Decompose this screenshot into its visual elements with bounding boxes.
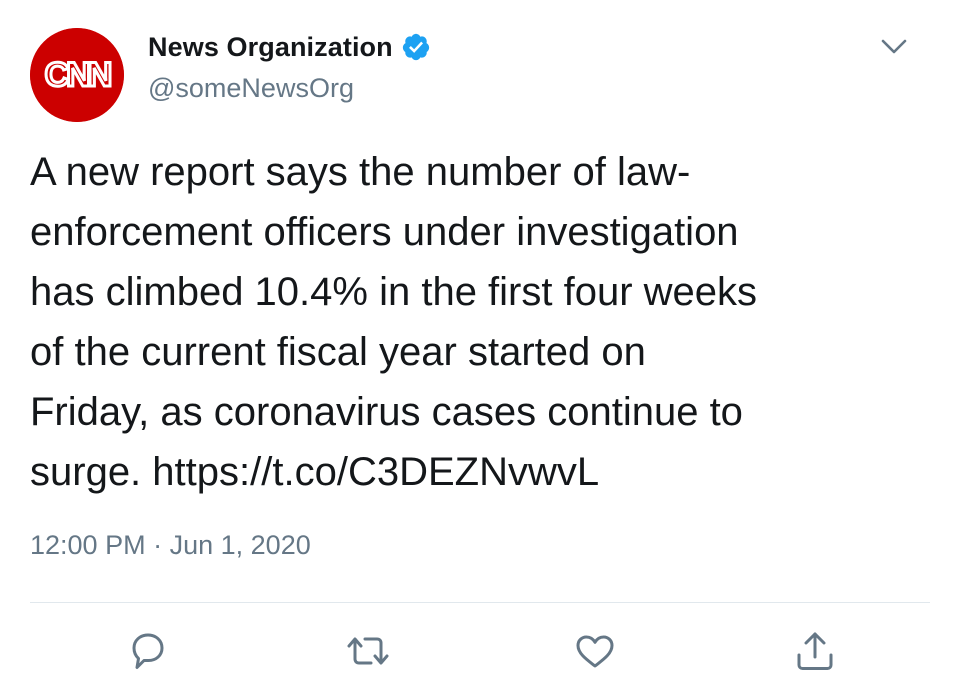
reply-icon — [132, 633, 164, 669]
tweet-text-line: Friday, as coronavirus cases continue to — [30, 390, 743, 434]
share-button[interactable] — [790, 628, 840, 674]
tweet-link[interactable]: https://t.co/C3DEZNvwvL — [152, 450, 599, 494]
author-handle[interactable]: @someNewsOrg — [148, 73, 354, 104]
divider — [30, 602, 930, 603]
tweet-text-line: of the current fiscal year started on — [30, 330, 646, 374]
author-name-row: News Organization — [148, 28, 431, 66]
heart-icon — [576, 635, 614, 668]
share-icon — [797, 632, 833, 670]
retweet-button[interactable] — [343, 628, 393, 674]
tweet-text: A new report says the number of law- enf… — [30, 142, 930, 502]
retweet-icon — [347, 637, 389, 665]
tweet-time: 12:00 PM — [30, 530, 146, 560]
tweet-text-line: has climbed 10.4% in the first four week… — [30, 270, 758, 314]
verified-badge-icon — [401, 32, 431, 62]
cnn-logo: CNN — [30, 28, 124, 122]
chevron-down-icon[interactable] — [874, 31, 914, 61]
tweet-text-last-line: surge. https://t.co/C3DEZNvwvL — [30, 442, 930, 502]
tweet-text-line: A new report says the number of law- — [30, 150, 691, 194]
avatar[interactable]: CNN — [30, 28, 124, 122]
reply-button[interactable] — [123, 628, 173, 674]
display-name[interactable]: News Organization — [148, 32, 393, 63]
cnn-logo-text: CNN — [45, 56, 111, 94]
like-button[interactable] — [570, 628, 620, 674]
tweet-date: Jun 1, 2020 — [169, 530, 311, 560]
tweet-timestamp[interactable]: 12:00 PM · Jun 1, 2020 — [30, 530, 311, 561]
tweet-text-line: surge. — [30, 450, 142, 494]
timestamp-separator: · — [153, 530, 163, 560]
tweet-text-line: enforcement officers under investigation — [30, 210, 739, 254]
